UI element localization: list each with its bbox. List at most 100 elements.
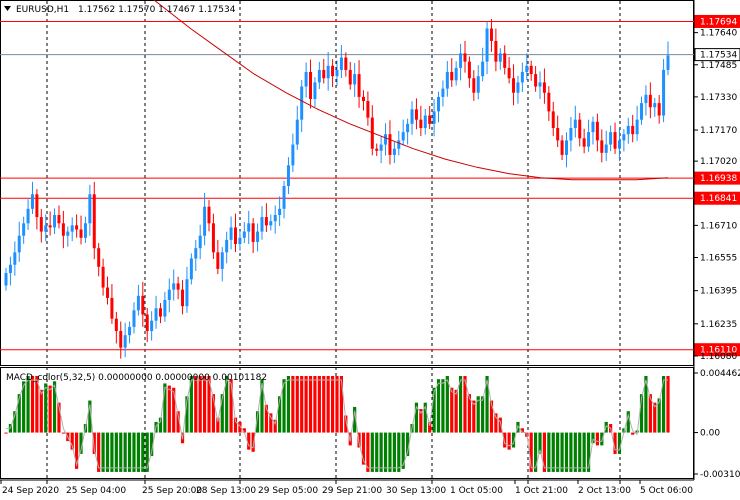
macd-bar [39,389,43,433]
macd-bar [472,400,476,433]
candle-body [547,92,551,112]
price-tick-label: 1.17170 [700,126,737,136]
candle-body [75,225,79,230]
triangle-down-icon[interactable] [4,6,11,11]
candle-body [361,96,365,102]
macd-bar [322,375,326,433]
candle-body [542,82,546,93]
candle-body [423,115,427,128]
candle-body [459,53,463,68]
macd-bar [4,432,8,434]
candle-body [158,308,162,317]
candle-body [326,65,330,79]
macd-bar [631,432,635,435]
candle-body [322,69,326,79]
candle-body [189,258,193,280]
macd-bar [203,375,207,433]
candle-body [220,252,224,269]
macd-bar [295,375,299,433]
candle-body [520,72,524,83]
candle-body [167,289,171,300]
macd-bar [397,432,401,472]
macd-tick-label: 0.0044622 [700,369,740,379]
candle-body [498,53,502,62]
candle-body [401,132,405,141]
candle-body [600,140,604,153]
candle-body [653,103,657,108]
price-tick-label: 1.16080 [700,352,737,362]
macd-bar [119,432,123,472]
time-tick-label: 25 Sep 04:00 [66,486,126,496]
candle-body [13,252,17,265]
candle-body [428,115,432,124]
candle-body [211,223,215,253]
candle-body [666,55,670,70]
macd-bar [300,375,304,433]
candle-body [203,206,207,236]
macd-bar [317,375,321,433]
candle-body [392,148,396,155]
candle-body [269,221,273,226]
candle-body [375,148,379,151]
candle-body [410,109,414,124]
candle-body [335,69,339,77]
candle-body [176,283,180,290]
candle-body [445,72,449,89]
candle-body [534,74,538,87]
symbol-label: EURUSD,H1 [16,5,69,15]
candle-body [595,121,599,141]
macd-bar [666,375,670,433]
candle-body [591,121,595,133]
candle-body [110,297,114,319]
candle-body [79,229,83,238]
macd-bar [454,389,458,433]
candle-body [216,252,220,269]
macd-bar [595,432,599,446]
candle-body [397,140,401,149]
candle-body [132,310,136,327]
candle-body [525,65,529,73]
candle-body [414,109,418,120]
macd-bar [194,375,198,433]
trading-chart[interactable]: 1.176941.175341.169381.168411.16110 0.00… [0,0,740,500]
candle-body [53,215,57,228]
macd-bar [481,396,485,433]
candle-body [613,132,617,149]
macd-bar [436,379,441,433]
candle-body [441,88,445,97]
price-tick-label: 1.16235 [700,320,737,330]
candle-body [278,208,282,216]
candle-body [626,125,630,135]
candle-body [604,144,608,153]
candle-body [516,82,520,93]
candle-body [551,111,555,128]
candle-body [238,237,242,245]
macd-bar [313,375,317,433]
candle-body [194,248,198,259]
macd-bar [560,432,564,472]
macd-bar [383,432,388,472]
candle-body [22,223,26,236]
price-tick-label: 1.17640 [700,29,737,39]
candle-body [657,103,661,116]
candle-body [172,283,176,290]
macd-bar [136,432,140,472]
macd-bar [110,432,114,472]
candle-body [309,72,313,99]
candles [4,18,670,359]
candle-body [4,273,8,286]
candle-body [30,194,34,209]
candle-body [353,74,357,85]
candle-body [233,227,237,245]
candle-body [273,215,277,222]
candle-body [247,223,251,232]
time-tick-label: 1 Oct 21:00 [515,486,568,496]
macd-bar [507,432,511,450]
candle-body [207,206,211,224]
level-tag-label: 1.17534 [700,51,737,61]
candle-body [141,295,145,315]
candle-body [582,138,586,147]
candle-body [39,217,43,232]
candle-body [529,65,533,75]
candle-body [640,103,644,120]
